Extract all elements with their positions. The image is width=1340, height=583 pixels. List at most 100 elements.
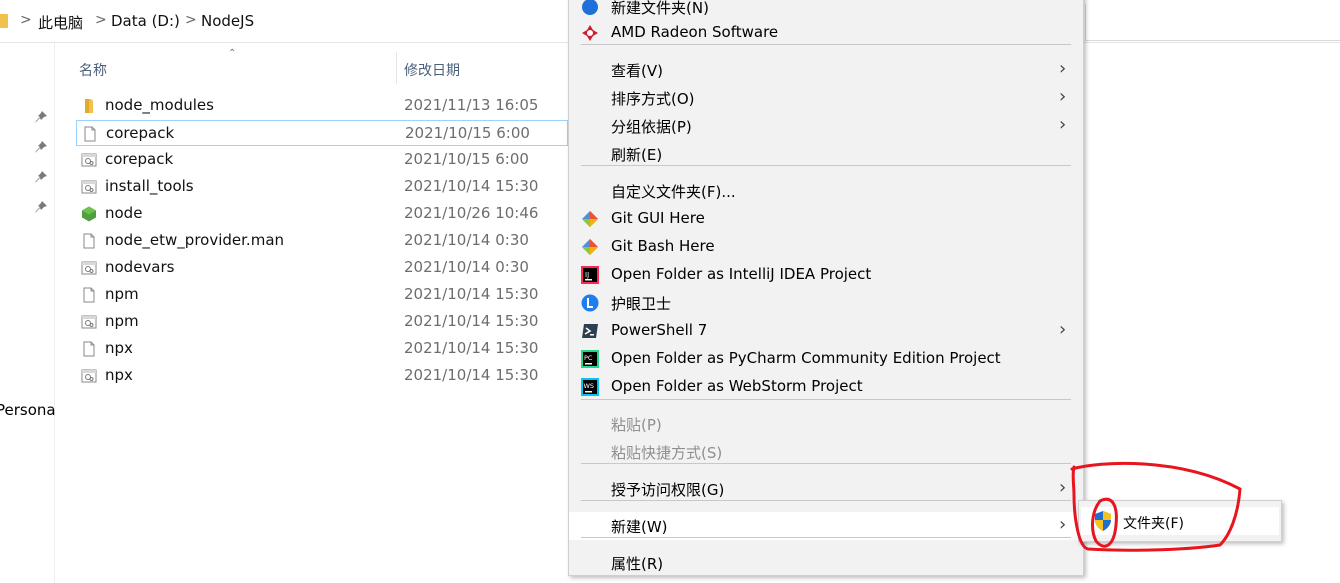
file-row[interactable]: corepack 2021/10/15 6:00 — [76, 120, 568, 146]
column-header-name[interactable]: 名称 — [79, 60, 107, 80]
file-name: npm — [105, 312, 139, 330]
menu-item-label: PowerShell 7 — [611, 321, 708, 339]
breadcrumb-nodejs[interactable]: NodeJS — [201, 12, 254, 30]
menu-item-授予访问权限[interactable]: 授予访问权限(G) › — [569, 475, 1083, 503]
context-menu: 新建文件夹(N) AMD Radeon Software 查看(V) › 排序方式(O)… — [568, 0, 1084, 576]
menu-item-护眼卫士[interactable]: 护眼卫士 — [569, 289, 1083, 317]
chevron-right-icon: › — [1059, 86, 1067, 107]
menu-item-label: 刷新(E) — [611, 146, 663, 164]
menu-item-粘贴快捷方式: 粘贴快捷方式(S) — [569, 438, 1083, 466]
nav-item-personal[interactable]: Persona — [0, 401, 56, 419]
menu-item-label: 自定义文件夹(F)... — [611, 183, 736, 201]
search-box-area[interactable] — [1085, 4, 1340, 41]
pin-icon[interactable] — [34, 200, 48, 214]
script-file-icon — [81, 368, 97, 384]
chevron-right-icon: > — [20, 12, 32, 28]
file-date: 2021/10/14 0:30 — [404, 258, 529, 276]
menu-item-label: AMD Radeon Software — [611, 23, 779, 41]
menu-item-label: 分组依据(P) — [611, 118, 692, 136]
file-row[interactable]: install_tools 2021/10/14 15:30 — [76, 174, 568, 200]
file-name: node_etw_provider.man — [105, 231, 285, 249]
file-row[interactable]: npm 2021/10/14 15:30 — [76, 282, 568, 308]
menu-item-粘贴: 粘贴(P) — [569, 410, 1083, 438]
submenu-item-label: 文件夹(F) — [1123, 516, 1184, 532]
menu-item-open-folder-as-intellij-idea-project[interactable]: IJ Open Folder as IntelliJ IDEA Project — [569, 261, 1083, 289]
menu-separator — [581, 399, 1071, 400]
chevron-right-icon: › — [1059, 477, 1067, 498]
menu-item-open-folder-as-pycharm-community-edition-project[interactable]: PC Open Folder as PyCharm Community Editi… — [569, 345, 1083, 373]
chevron-right-icon: > — [185, 12, 197, 28]
file-row[interactable]: node_etw_provider.man 2021/10/14 0:30 — [76, 228, 568, 254]
file-row[interactable]: npm 2021/10/14 15:30 — [76, 309, 568, 335]
file-date: 2021/10/15 6:00 — [405, 124, 530, 142]
git-icon — [581, 210, 599, 228]
file-date: 2021/10/15 6:00 — [404, 150, 529, 168]
file-date: 2021/10/14 15:30 — [404, 285, 539, 303]
file-date: 2021/11/13 16:05 — [404, 96, 539, 114]
submenu-item-new-folder[interactable]: 文件夹(F) — [1081, 507, 1279, 535]
menu-item-label: Git GUI Here — [611, 209, 705, 227]
file-date: 2021/10/14 15:30 — [404, 312, 539, 330]
menu-item-查看[interactable]: 查看(V) › — [569, 56, 1083, 84]
script-file-icon — [81, 179, 97, 195]
file-row[interactable]: corepack 2021/10/15 6:00 — [76, 147, 568, 173]
file-name: install_tools — [105, 177, 194, 195]
chevron-right-icon: › — [1059, 319, 1067, 340]
file-date: 2021/10/14 15:30 — [404, 366, 539, 384]
menu-separator — [581, 537, 1071, 538]
script-file-icon — [81, 260, 97, 276]
menu-item-label: 查看(V) — [611, 62, 663, 80]
file-row[interactable]: npx 2021/10/14 15:30 — [76, 363, 568, 389]
file-name: npx — [105, 339, 133, 357]
breadcrumb-this-pc[interactable]: 此电脑 — [38, 12, 83, 33]
menu-item-git-bash-here[interactable]: Git Bash Here — [569, 233, 1083, 261]
file-date: 2021/10/14 15:30 — [404, 177, 539, 195]
menu-item-label: 属性(R) — [611, 555, 664, 573]
menu-item-刷新[interactable]: 刷新(E) — [569, 140, 1083, 168]
menu-item-自定义文件夹[interactable]: 自定义文件夹(F)... — [569, 177, 1083, 205]
breadcrumb-drive-d[interactable]: Data (D:) — [111, 12, 180, 30]
menu-item-label: 粘贴快捷方式(S) — [611, 444, 723, 462]
git-icon — [581, 238, 599, 256]
file-icon — [81, 287, 97, 303]
file-row[interactable]: nodevars 2021/10/14 0:30 — [76, 255, 568, 281]
pin-icon[interactable] — [34, 110, 48, 124]
menu-item-git-gui-here[interactable]: Git GUI Here — [569, 205, 1083, 233]
chevron-right-icon: › — [1059, 514, 1067, 535]
pin-icon[interactable] — [34, 170, 48, 184]
new-folder-icon — [581, 0, 599, 16]
file-name: node_modules — [105, 96, 214, 114]
menu-item-排序方式[interactable]: 排序方式(O) › — [569, 84, 1083, 112]
file-name: node — [105, 204, 143, 222]
menu-item-分组依据[interactable]: 分组依据(P) › — [569, 112, 1083, 140]
column-header-date[interactable]: 修改日期 — [404, 60, 460, 80]
file-row[interactable]: npx 2021/10/14 15:30 — [76, 336, 568, 362]
column-divider[interactable] — [396, 52, 397, 84]
menu-separator — [581, 165, 1071, 166]
intellij-icon: IJ — [581, 266, 599, 284]
menu-item-label: 授予访问权限(G) — [611, 481, 725, 499]
file-name: corepack — [105, 150, 174, 168]
file-name: corepack — [106, 124, 175, 142]
menu-item-amd-radeon-software[interactable]: AMD Radeon Software — [569, 19, 1083, 47]
uac-shield-icon — [1095, 511, 1111, 531]
menu-item-label: 排序方式(O) — [611, 90, 695, 108]
menu-separator — [581, 463, 1071, 464]
menu-item-属性[interactable]: 属性(R) — [569, 549, 1083, 577]
menu-item-open-folder-as-webstorm-project[interactable]: WS Open Folder as WebStorm Project — [569, 373, 1083, 401]
menu-item-powershell-7[interactable]: PowerShell 7 › — [569, 317, 1083, 345]
menu-item-label: 新建文件夹(N) — [611, 0, 709, 17]
file-row[interactable]: node_modules 2021/11/13 16:05 — [76, 93, 568, 119]
menu-item-label: Open Folder as IntelliJ IDEA Project — [611, 265, 872, 283]
file-date: 2021/10/26 10:46 — [404, 204, 539, 222]
script-file-icon — [81, 152, 97, 168]
file-row[interactable]: node 2021/10/26 10:46 — [76, 201, 568, 227]
svg-text:IJ: IJ — [585, 271, 589, 279]
menu-item-新建文件夹[interactable]: 新建文件夹(N) — [569, 0, 1083, 21]
menu-item-label: Open Folder as WebStorm Project — [611, 377, 863, 395]
file-name: nodevars — [105, 258, 175, 276]
pin-icon[interactable] — [34, 140, 48, 154]
menu-item-新建[interactable]: 新建(W) › — [569, 512, 1083, 540]
folder-icon — [0, 14, 8, 28]
file-icon — [81, 341, 97, 357]
